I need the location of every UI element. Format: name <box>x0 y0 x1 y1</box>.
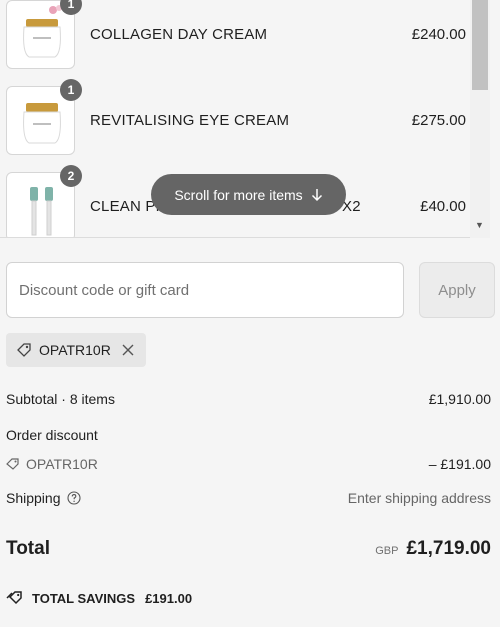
arrow-down-icon <box>311 188 322 201</box>
order-discount-label: Order discount <box>6 427 98 443</box>
quantity-badge: 1 <box>60 79 82 101</box>
scrollbar-thumb[interactable] <box>472 0 488 90</box>
tag-icon <box>17 343 31 357</box>
total-value-group: GBP £1,719.00 <box>375 538 491 560</box>
subtotal-row: Subtotal · 8 items £1,910.00 <box>6 391 491 407</box>
total-amount: £1,719.00 <box>406 538 491 559</box>
savings-tag-icon <box>6 591 22 605</box>
shipping-row: Shipping Enter shipping address <box>6 490 491 506</box>
discount-value: – £191.00 <box>428 456 491 472</box>
subtotal-label: Subtotal · 8 items <box>6 391 115 407</box>
item-price: £275.00 <box>411 112 466 129</box>
help-icon[interactable] <box>66 491 81 505</box>
quantity-badge: 2 <box>60 165 82 187</box>
discount-code-input[interactable] <box>6 262 404 318</box>
shipping-label: Shipping <box>6 490 61 506</box>
applied-code-chip: OPATR10R <box>6 333 146 367</box>
scroll-for-more-button[interactable]: Scroll for more items <box>151 174 346 215</box>
discount-code-text: OPATR10R <box>26 456 98 472</box>
savings-value: £191.00 <box>145 590 193 606</box>
item-price: £40.00 <box>420 198 466 215</box>
total-label: Total <box>6 538 50 559</box>
close-icon[interactable] <box>122 344 134 356</box>
order-discount-row: Order discount <box>6 427 491 443</box>
total-savings: TOTAL SAVINGS £191.00 <box>6 590 192 606</box>
subtotal-value: £1,910.00 <box>428 391 491 407</box>
scroll-hint-label: Scroll for more items <box>174 186 303 203</box>
shipping-value: Enter shipping address <box>347 490 491 506</box>
discount-code-detail: OPATR10R <box>6 456 98 472</box>
item-name: COLLAGEN DAY CREAM <box>90 26 268 43</box>
tag-icon <box>6 458 19 470</box>
total-row: Total GBP £1,719.00 <box>6 538 491 560</box>
scroll-down-arrow-icon[interactable]: ▼ <box>475 220 484 230</box>
applied-code-label: OPATR10R <box>39 342 111 358</box>
line-item: 1 COLLAGEN DAY CREAM £240.00 <box>0 0 470 72</box>
item-price: £240.00 <box>411 26 466 43</box>
currency-code: GBP <box>375 545 399 557</box>
scrollbar[interactable]: ▼ <box>470 0 490 238</box>
savings-label: TOTAL SAVINGS <box>32 590 136 606</box>
discount-code-row: OPATR10R – £191.00 <box>6 456 491 472</box>
order-items-list[interactable]: 1 COLLAGEN DAY CREAM £240.00 1 REVITALIS… <box>0 0 490 238</box>
line-item: 1 REVITALISING EYE CREAM £275.00 <box>0 79 470 158</box>
item-name: REVITALISING EYE CREAM <box>90 112 290 129</box>
apply-discount-button[interactable]: Apply <box>419 262 495 318</box>
shipping-label-group: Shipping <box>6 490 81 506</box>
